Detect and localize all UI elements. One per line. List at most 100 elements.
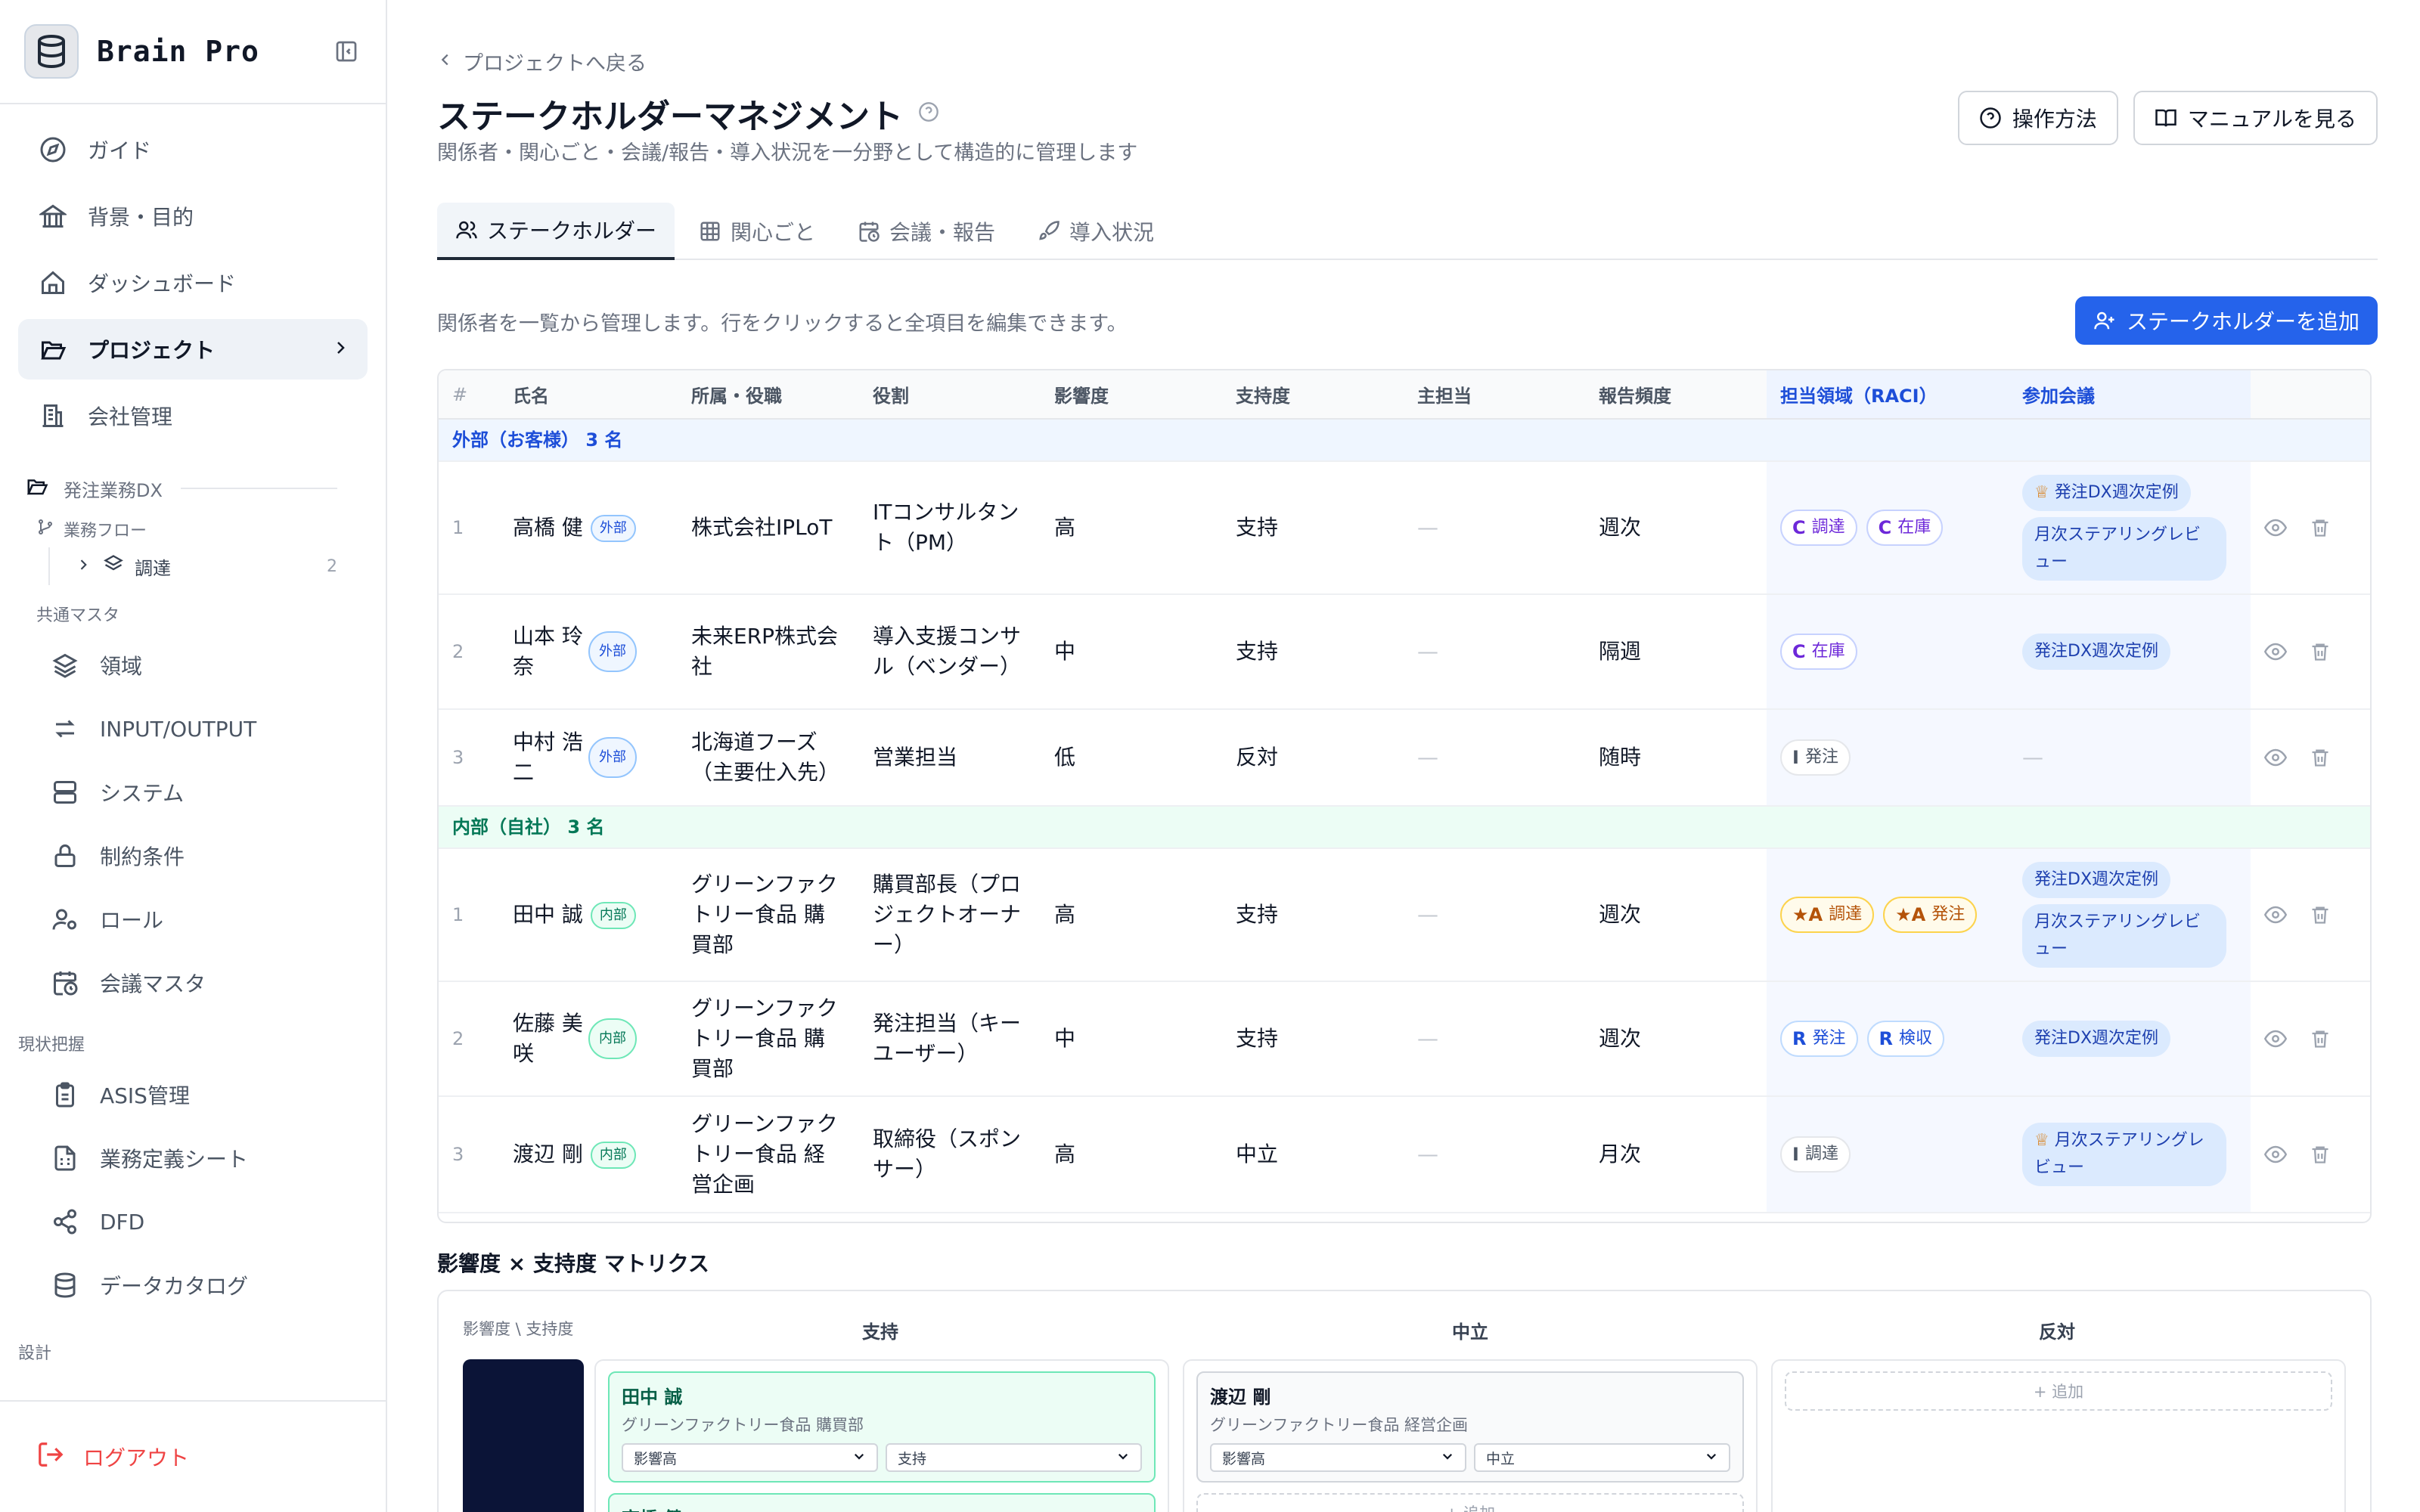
raci-domain: 在庫 (1897, 518, 1931, 537)
raci-domain: 検収 (1898, 1029, 1932, 1048)
database-icon (24, 24, 79, 79)
org-cell: グリーンファクトリー食品 経営企画 (678, 1096, 859, 1213)
flow-label-row: 業務フロー (18, 511, 368, 547)
sidebar-item-company[interactable]: 会社管理 (18, 386, 368, 446)
sidebar-item-asis[interactable]: ASIS管理 (18, 1063, 368, 1126)
brand-name: Brain Pro (97, 35, 259, 68)
sidebar-item-domain[interactable]: 領域 (18, 634, 368, 697)
folder-open-icon (26, 475, 48, 502)
raci-cell: I 調達 (1767, 1096, 2009, 1213)
influence-select[interactable]: 影響高 (622, 1443, 878, 1472)
table-row[interactable]: 1 田中 誠内部 グリーンファクトリー食品 購買部 購買部長（プロジェクトオーナ… (439, 848, 2370, 982)
sidebar-item-dashboard[interactable]: ダッシュボード (18, 253, 368, 313)
raci-cell: C 調達 C 在庫 (1767, 461, 2009, 595)
back-label: プロジェクトへ戻る (463, 52, 647, 76)
sidebar-item-data-catalog[interactable]: データカタログ (18, 1253, 368, 1317)
meetings-cell: 発注DX週次定例 (2009, 981, 2251, 1097)
matrix-add-button[interactable]: + 追加 (1785, 1371, 2332, 1411)
add-stakeholder-button[interactable]: ステークホルダーを追加 (2074, 296, 2378, 345)
sidebar-item-meeting-master[interactable]: 会議マスタ (18, 951, 368, 1015)
table-row[interactable]: 1 高橋 健外部 株式会社IPLoT ITコンサルタント（PM） 高 支持 — … (439, 461, 2370, 595)
logout-button[interactable]: ログアウト (0, 1400, 387, 1512)
matrix-card[interactable]: 渡辺 剛 グリーンファクトリー食品 経営企画 影響高 中立 (1196, 1371, 1744, 1483)
trash-icon[interactable] (2310, 747, 2331, 768)
raci-tag: ★A 発注 (1883, 897, 1978, 933)
tab-concerns[interactable]: 関心ごと (681, 203, 833, 260)
raci-letter: ★A (1792, 904, 1823, 925)
sidebar-item-label: 会議マスタ (100, 971, 206, 996)
raci-tag: I 発注 (1780, 739, 1851, 776)
sidebar-item-role[interactable]: ロール (18, 888, 368, 951)
how-to-button[interactable]: 操作方法 (1957, 91, 2118, 145)
support-select[interactable]: 支持 (886, 1443, 1142, 1472)
help-circle-icon[interactable] (918, 101, 939, 125)
eye-icon[interactable] (2264, 1027, 2287, 1050)
actions-cell (2251, 461, 2370, 595)
tab-bar: ステークホルダー 関心ごと 会議・報告 導入状況 (437, 203, 2378, 260)
landmark-icon (36, 200, 70, 233)
sidebar-item-guide[interactable]: ガイド (18, 119, 368, 180)
tab-label: 関心ごと (731, 220, 816, 245)
table-row[interactable]: 2 佐藤 美咲 内部 グリーンファクトリー食品 購買部 発注担当（キーユーザー） … (439, 981, 2370, 1097)
project-tree-header[interactable]: 発注業務DX (18, 466, 368, 511)
sidebar-item-definition-sheet[interactable]: 業務定義シート (18, 1126, 368, 1190)
how-to-label: 操作方法 (2012, 107, 2097, 132)
sidebar-item-constraints[interactable]: 制約条件 (18, 824, 368, 888)
home-icon (36, 266, 70, 299)
group-row-internal: 内部（自社） 3 名 (439, 806, 2370, 849)
back-link[interactable]: プロジェクトへ戻る (437, 47, 647, 76)
sidebar-item-label: 業務定義シート (100, 1147, 249, 1172)
eye-icon[interactable] (2264, 516, 2287, 539)
support-cell: 反対 (1222, 709, 1404, 807)
building-icon (36, 399, 70, 432)
table-row[interactable]: 2 山本 玲奈 外部 未来ERP株式会社 導入支援コンサル（ベンダー） 中 支持 … (439, 594, 2370, 710)
actions-cell (2251, 848, 2370, 982)
trash-icon[interactable] (2310, 1144, 2331, 1165)
chevron-down-icon (1441, 1449, 1454, 1467)
influence-select[interactable]: 影響高 (1210, 1443, 1466, 1472)
trash-icon[interactable] (2310, 904, 2331, 925)
tree-item-count: 2 (327, 556, 337, 576)
page-title: ステークホルダーマネジメント (437, 98, 903, 136)
sidebar-item-system[interactable]: システム (18, 761, 368, 824)
sidebar-collapse-icon[interactable] (331, 36, 361, 67)
name-cell: 山本 玲奈 外部 (499, 594, 678, 710)
matrix-add-button[interactable]: + 追加 (1196, 1493, 1744, 1512)
eye-icon[interactable] (2264, 903, 2287, 926)
eye-icon[interactable] (2264, 1143, 2287, 1166)
tab-stakeholders[interactable]: ステークホルダー (437, 203, 675, 260)
tab-adoption[interactable]: 導入状況 (1019, 203, 1172, 260)
manual-label: マニュアルを見る (2187, 107, 2356, 132)
main-content: プロジェクトへ戻る ステークホルダーマネジメント 関係者・関心ごと・会議/報告・… (387, 0, 2420, 1512)
support-cell: 中立 (1222, 1096, 1404, 1213)
support-select[interactable]: 中立 (1474, 1443, 1730, 1472)
section-design: 設計 (18, 1344, 52, 1363)
sidebar-item-label: DFD (100, 1209, 145, 1235)
logout-icon (36, 1440, 65, 1474)
table-row[interactable]: 3 渡辺 剛内部 グリーンファクトリー食品 経営企画 取締役（スポンサー） 高 … (439, 1096, 2370, 1213)
sidebar-item-dfd[interactable]: DFD (18, 1190, 368, 1253)
table-row[interactable]: 3 中村 浩二 外部 北海道フーズ（主要仕入先） 営業担当 低 反対 — 随時 I… (439, 709, 2370, 807)
manual-button[interactable]: マニュアルを見る (2133, 91, 2378, 145)
raci-tag: I 調達 (1780, 1136, 1851, 1173)
tree-item-procurement[interactable]: 調達 2 (48, 547, 368, 585)
eye-icon[interactable] (2264, 746, 2287, 769)
trash-icon[interactable] (2310, 1028, 2331, 1049)
arrows-exchange-icon (48, 712, 82, 745)
sidebar-item-input-output[interactable]: INPUT/OUTPUT (18, 697, 368, 761)
matrix-card[interactable]: 田中 誠 グリーンファクトリー食品 購買部 影響高 支持 (608, 1371, 1156, 1483)
raci-domain: 調達 (1829, 905, 1863, 924)
sidebar-item-project[interactable]: プロジェクト (18, 319, 368, 380)
tab-meetings[interactable]: 会議・報告 (839, 203, 1013, 260)
support-cell: 支持 (1222, 981, 1404, 1097)
eye-icon[interactable] (2264, 640, 2287, 663)
raci-cell: ★A 調達 ★A 発注 (1767, 848, 2009, 982)
raci-letter: ★A (1895, 904, 1926, 925)
col-header-actions (2251, 370, 2370, 420)
trash-icon[interactable] (2310, 641, 2331, 662)
support-cell: 支持 (1222, 848, 1404, 982)
matrix-card[interactable]: 高橋 健 (608, 1493, 1156, 1512)
chevron-right-icon (76, 556, 91, 577)
trash-icon[interactable] (2310, 517, 2331, 538)
sidebar-item-background[interactable]: 背景・目的 (18, 186, 368, 246)
